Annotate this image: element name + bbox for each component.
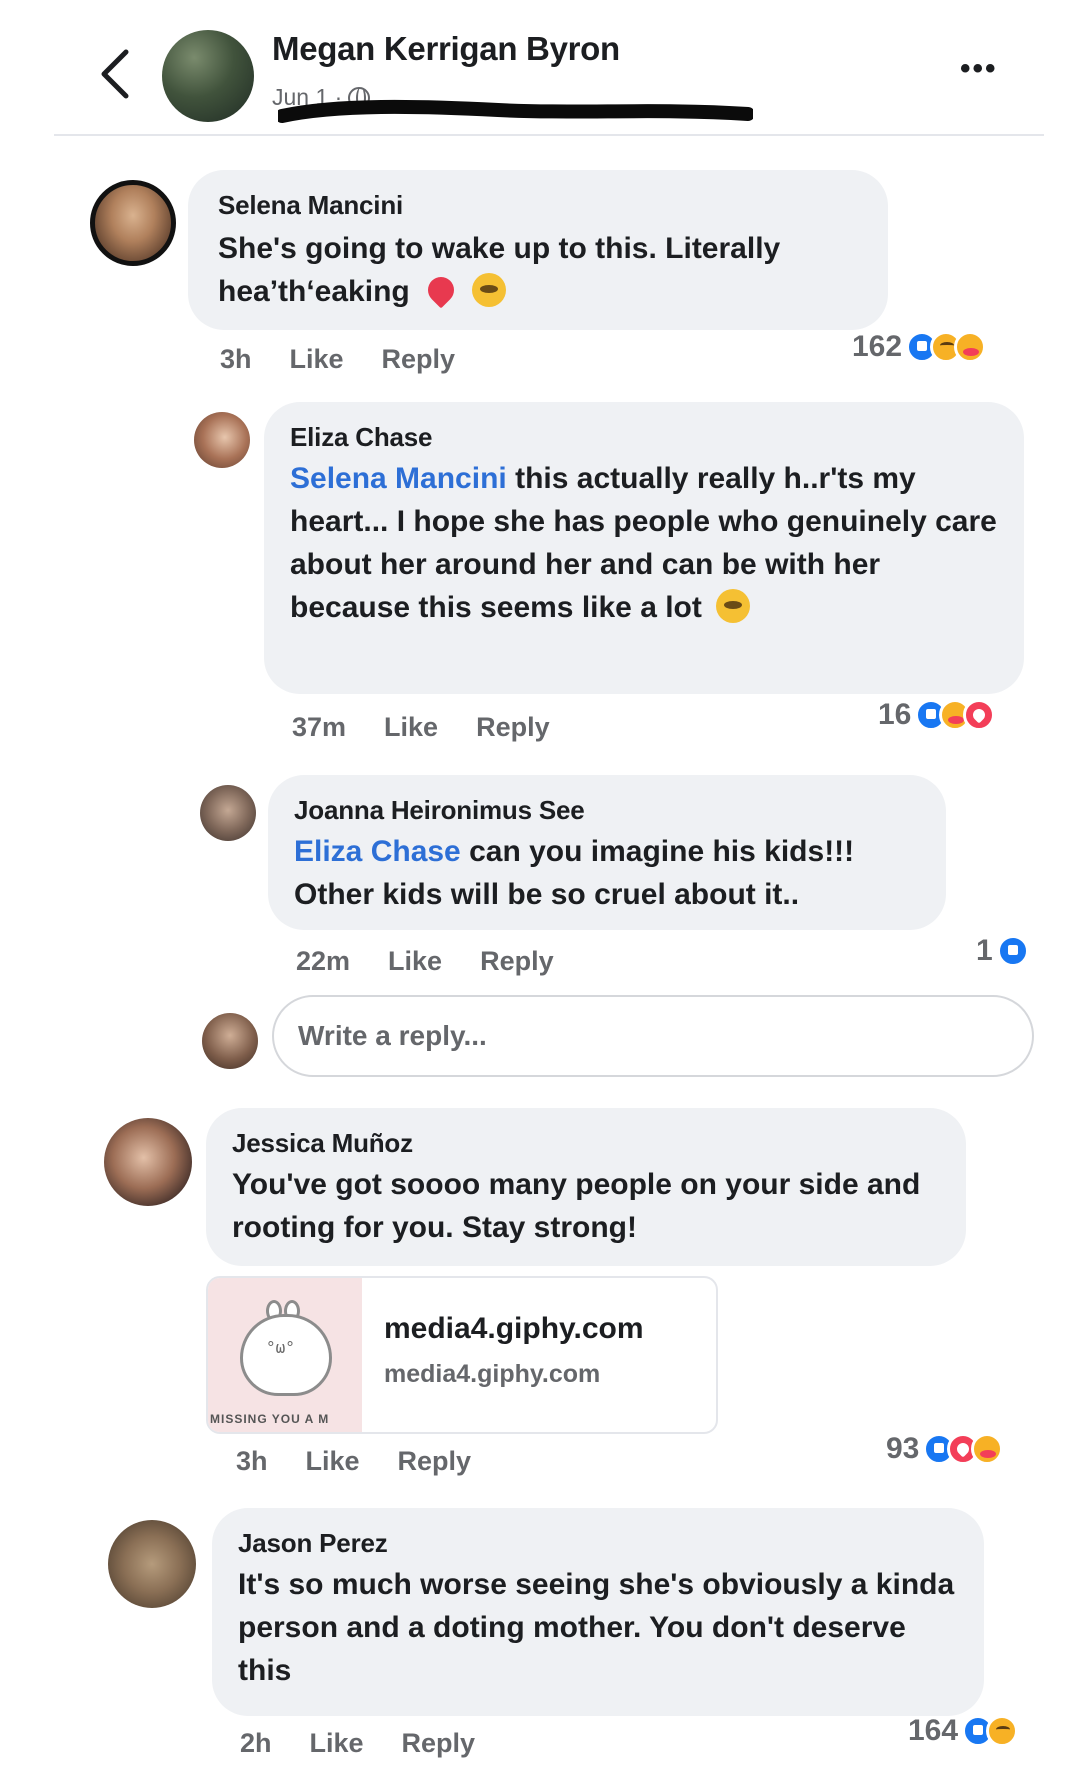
- mention-link[interactable]: Selena Mancini: [290, 462, 507, 495]
- sad-reaction-icon: [986, 1715, 1019, 1747]
- love-reaction-icon: [963, 699, 996, 731]
- comment-text-line: Other kids will be so cruel about it..: [294, 878, 800, 911]
- current-user-avatar: [202, 1013, 258, 1069]
- like-button[interactable]: Like: [306, 1446, 360, 1477]
- comment-bubble: Eliza Chase Selena Mancini this actually…: [264, 402, 1024, 694]
- commenter-avatar[interactable]: [194, 412, 250, 468]
- comment-actions: 3h Like Reply: [236, 1446, 471, 1477]
- commenter-avatar[interactable]: [108, 1520, 196, 1608]
- write-reply-input[interactable]: Write a reply...: [272, 995, 1034, 1077]
- comment-time[interactable]: 37m: [292, 712, 346, 743]
- comment-time[interactable]: 3h: [236, 1446, 268, 1477]
- comment-author[interactable]: Eliza Chase: [290, 422, 998, 453]
- comment-text-line: can you imagine his kids!!!: [460, 835, 855, 868]
- reaction-count: 93: [886, 1432, 920, 1465]
- pleading-face-emoji-icon: [716, 589, 751, 623]
- comment-time[interactable]: 3h: [220, 344, 252, 375]
- reaction-count: 162: [852, 330, 903, 363]
- link-domain: media4.giphy.com: [384, 1360, 601, 1388]
- comment-bubble: Joanna Heironimus See Eliza Chase can yo…: [268, 775, 946, 930]
- post-author-name[interactable]: Megan Kerrigan Byron: [272, 30, 620, 68]
- link-preview-card[interactable]: °ω° MISSING YOU A M media4.giphy.com med…: [206, 1276, 718, 1434]
- reaction-summary[interactable]: 16: [878, 698, 996, 732]
- pleading-face-emoji-icon: [472, 273, 507, 307]
- commenter-avatar[interactable]: [90, 180, 176, 266]
- comment-author[interactable]: Selena Mancini: [218, 190, 858, 221]
- header-divider: [54, 134, 1044, 136]
- mention-link[interactable]: Eliza Chase: [294, 835, 461, 868]
- broken-heart-emoji-icon: [424, 273, 458, 307]
- link-title: media4.giphy.com: [384, 1312, 644, 1345]
- reply-button[interactable]: Reply: [382, 344, 456, 375]
- comment-time[interactable]: 2h: [240, 1728, 272, 1759]
- reaction-summary[interactable]: 1: [976, 934, 1029, 968]
- reply-button[interactable]: Reply: [480, 946, 554, 977]
- comment-text: Selena Mancini this actually really h..r…: [290, 457, 998, 629]
- like-reaction-icon: [996, 935, 1029, 967]
- comment-bubble: Jessica Muñoz You've got soooo many peop…: [206, 1108, 966, 1266]
- comment-actions: 37m Like Reply: [292, 712, 550, 743]
- character-face: °ω°: [266, 1338, 295, 1357]
- commenter-avatar[interactable]: [104, 1118, 192, 1206]
- comment-author[interactable]: Jessica Muñoz: [232, 1128, 940, 1159]
- comment-text-line: hea’th‘eaking: [218, 275, 410, 308]
- reaction-count: 164: [908, 1714, 959, 1747]
- reaction-summary[interactable]: 162: [852, 330, 987, 364]
- comment-author[interactable]: Jason Perez: [238, 1528, 958, 1559]
- like-button[interactable]: Like: [388, 946, 442, 977]
- like-button[interactable]: Like: [290, 344, 344, 375]
- comment-text: You've got soooo many people on your sid…: [232, 1168, 921, 1244]
- reply-button[interactable]: Reply: [476, 712, 550, 743]
- write-reply-placeholder: Write a reply...: [298, 1020, 487, 1051]
- comment-text: She's going to wake up to this. Literall…: [218, 227, 858, 313]
- comment-author[interactable]: Joanna Heironimus See: [294, 795, 920, 826]
- reaction-count: 1: [976, 934, 993, 967]
- reaction-summary[interactable]: 164: [908, 1714, 1019, 1748]
- like-button[interactable]: Like: [384, 712, 438, 743]
- reaction-summary[interactable]: 93: [886, 1432, 1004, 1466]
- thumbnail-caption: MISSING YOU A M: [210, 1412, 330, 1426]
- comment-actions: 3h Like Reply: [220, 344, 455, 375]
- comment-bubble: Jason Perez It's so much worse seeing sh…: [212, 1508, 984, 1716]
- care-reaction-icon: [954, 331, 987, 363]
- post-author-avatar[interactable]: [162, 30, 254, 122]
- care-reaction-icon: [971, 1433, 1004, 1465]
- comment-time[interactable]: 22m: [296, 946, 350, 977]
- giphy-thumbnail: °ω° MISSING YOU A M: [208, 1278, 362, 1432]
- commenter-avatar[interactable]: [200, 785, 256, 841]
- reply-button[interactable]: Reply: [402, 1728, 476, 1759]
- comment-text-rest: heart... I hope she has people who genui…: [290, 505, 997, 624]
- redaction-scribble: [278, 99, 753, 123]
- like-button[interactable]: Like: [310, 1728, 364, 1759]
- comment-actions: 22m Like Reply: [296, 946, 554, 977]
- comment-actions: 2h Like Reply: [240, 1728, 475, 1759]
- comment-text-line: She's going to wake up to this. Literall…: [218, 232, 781, 265]
- comment-text: Eliza Chase can you imagine his kids!!! …: [294, 830, 920, 916]
- comment-bubble: Selena Mancini She's going to wake up to…: [188, 170, 888, 330]
- back-arrow-icon[interactable]: [96, 44, 134, 104]
- more-options-button[interactable]: •••: [960, 52, 998, 86]
- comment-text-line: this actually really h..r'ts my: [506, 462, 916, 495]
- reaction-count: 16: [878, 698, 912, 731]
- comment-text: It's so much worse seeing she's obviousl…: [238, 1568, 955, 1687]
- reply-button[interactable]: Reply: [398, 1446, 472, 1477]
